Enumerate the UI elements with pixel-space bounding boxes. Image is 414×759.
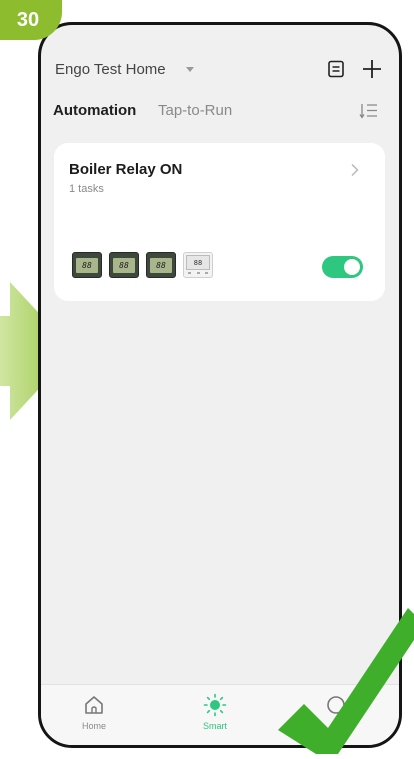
automation-name: Boiler Relay ON: [69, 161, 183, 178]
nav-smart-label: Smart: [203, 721, 228, 731]
tab-automation[interactable]: Automation: [53, 102, 136, 119]
thermostat-device-icon: 88: [72, 252, 102, 278]
nav-home-label: Home: [82, 721, 107, 731]
document-icon[interactable]: [327, 60, 345, 78]
dropdown-caret-icon: [185, 67, 194, 72]
device-icons: 88 88 88 88: [72, 252, 213, 278]
relay-device-icon: 88: [183, 252, 213, 278]
automation-card[interactable]: Boiler Relay ON 1 tasks 88 88 88 88: [54, 143, 385, 301]
nav-smart[interactable]: Smart: [203, 693, 227, 731]
thermostat-device-icon: 88: [109, 252, 139, 278]
home-name: Engo Test Home: [55, 61, 166, 78]
smart-sun-icon: [203, 693, 227, 717]
nav-home[interactable]: Home: [82, 693, 106, 731]
chevron-right-icon[interactable]: [350, 163, 360, 177]
automation-enabled-toggle[interactable]: [322, 256, 363, 278]
tab-tap-to-run[interactable]: Tap-to-Run: [158, 102, 232, 119]
automation-task-count: 1 tasks: [69, 183, 104, 195]
plus-icon[interactable]: [362, 59, 382, 79]
checkmark-icon: [260, 600, 414, 754]
home-icon: [82, 693, 106, 717]
toggle-knob: [344, 259, 360, 275]
app-header: Engo Test Home Automation Tap-to-Run: [41, 25, 399, 135]
thermostat-device-icon: 88: [146, 252, 176, 278]
sort-icon[interactable]: [359, 102, 379, 120]
home-selector[interactable]: Engo Test Home: [55, 61, 194, 78]
